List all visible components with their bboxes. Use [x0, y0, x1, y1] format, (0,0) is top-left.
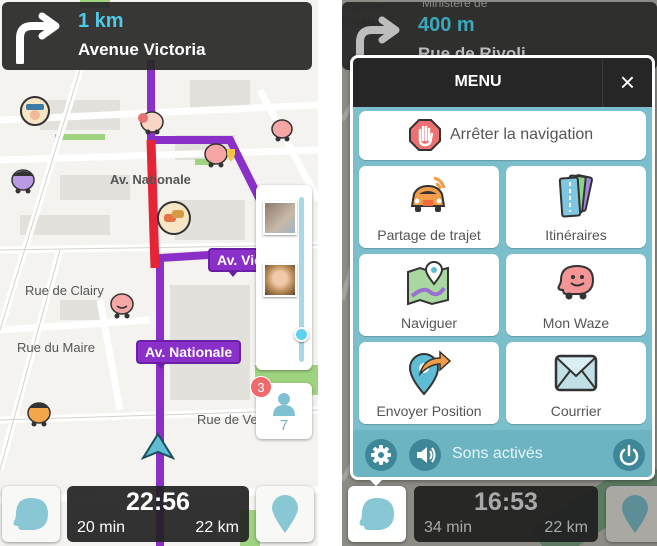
next-street-name: Avenue Victoria [78, 40, 206, 59]
menu-title: MENU [454, 73, 502, 90]
police-report-icon[interactable] [18, 95, 52, 129]
stop-navigation-button[interactable]: Arrêter la navigation [359, 111, 646, 160]
menu-button-active[interactable] [348, 486, 406, 542]
menu-tile-routes[interactable]: Itinéraires [506, 166, 646, 248]
wazer-avatar-icon[interactable] [22, 398, 54, 428]
route-street-tag: Av. Nationale [136, 340, 242, 369]
wazers-count: 7 [279, 417, 289, 434]
routes-cards-icon [558, 174, 593, 218]
remaining-distance: 22 km [544, 519, 588, 536]
menu-tile-my-waze[interactable]: Mon Waze [506, 254, 646, 336]
my-position-arrow-icon [141, 432, 175, 460]
menu-tile-label: Mon Waze [542, 315, 610, 331]
wazer-avatar-icon[interactable] [202, 143, 238, 169]
menu-tile-label: Envoyer Position [376, 403, 482, 419]
speaker-icon [417, 447, 436, 463]
location-pin-icon [622, 495, 648, 533]
menu-button[interactable] [2, 486, 60, 542]
menu-tile-label: Naviguer [400, 315, 458, 331]
main-menu-popup: MENU × Arrêter la navigation Partage de … [350, 55, 655, 480]
menu-header: MENU × [353, 58, 652, 107]
wazer-avatar-icon[interactable] [268, 118, 294, 142]
location-pin-icon [272, 495, 298, 533]
person-icon [273, 393, 295, 416]
friends-on-route-panel[interactable] [256, 185, 312, 370]
menu-pointer-arrow [368, 478, 384, 486]
turn-distance: 1 km [78, 10, 124, 32]
waze-logo-icon [359, 498, 394, 530]
menu-tile-label: Itinéraires [545, 227, 607, 243]
wazer-avatar-icon[interactable] [106, 292, 136, 320]
close-icon[interactable]: × [602, 58, 652, 107]
menu-tile-inbox[interactable]: Courrier [506, 342, 646, 424]
menu-tile-label: Courrier [550, 403, 602, 419]
map-label-street: Rue de Clairy [25, 283, 104, 298]
menu-footer: Sons activés [353, 430, 652, 477]
navigation-screen-left: 1 km Avenue Victoria Av. Nationale Rue d… [0, 0, 318, 546]
waze-smiley-icon [557, 264, 595, 300]
turn-distance: 400 m [418, 14, 475, 36]
eta-panel[interactable]: 16:53 34 min 22 km [414, 486, 598, 542]
turn-right-arrow-icon [16, 12, 60, 64]
wazer-avatar-icon[interactable] [135, 110, 165, 136]
stop-navigation-label: Arrêter la navigation [450, 126, 594, 143]
waze-logo-icon [13, 498, 48, 530]
route-progress-knob[interactable] [294, 327, 309, 342]
stop-hand-icon [409, 119, 441, 151]
notification-badge: 3 [250, 376, 272, 398]
eta-panel[interactable]: 22:56 20 min 22 km [67, 486, 249, 542]
power-off-button[interactable] [613, 439, 645, 471]
power-icon [619, 444, 639, 466]
envelope-icon [554, 354, 598, 392]
map-label-street: Av. Nationale [110, 172, 191, 187]
map-label-street: Rue du Maire [17, 340, 96, 355]
friend-photo-woman[interactable] [263, 263, 297, 297]
sound-toggle-button[interactable] [409, 439, 441, 471]
send-location-icon [408, 350, 452, 396]
traffic-report-icon[interactable] [155, 200, 193, 238]
menu-tile-share-drive[interactable]: Partage de trajet [359, 166, 499, 248]
report-button[interactable] [606, 486, 657, 542]
menu-tile-label: Partage de trajet [377, 227, 481, 243]
arrival-time: 16:53 [474, 488, 538, 516]
gear-icon [371, 445, 391, 465]
remaining-time: 34 min [424, 519, 473, 536]
map-label-building: Ministère de [422, 0, 488, 10]
settings-button[interactable] [365, 439, 397, 471]
menu-tile-navigate[interactable]: Naviguer [359, 254, 499, 336]
report-button[interactable] [256, 486, 314, 542]
map-pin-icon [407, 261, 449, 306]
friend-photo-man[interactable] [263, 201, 297, 235]
navigation-instruction-banner[interactable]: 1 km Avenue Victoria [2, 2, 312, 70]
sound-status-label: Sons activés [452, 445, 543, 462]
remaining-distance: 22 km [195, 519, 239, 536]
car-share-icon [410, 176, 446, 212]
arrival-time: 22:56 [126, 488, 190, 516]
remaining-time: 20 min [77, 519, 126, 536]
wazer-avatar-icon[interactable] [8, 168, 36, 194]
menu-tile-send-location[interactable]: Envoyer Position [359, 342, 499, 424]
